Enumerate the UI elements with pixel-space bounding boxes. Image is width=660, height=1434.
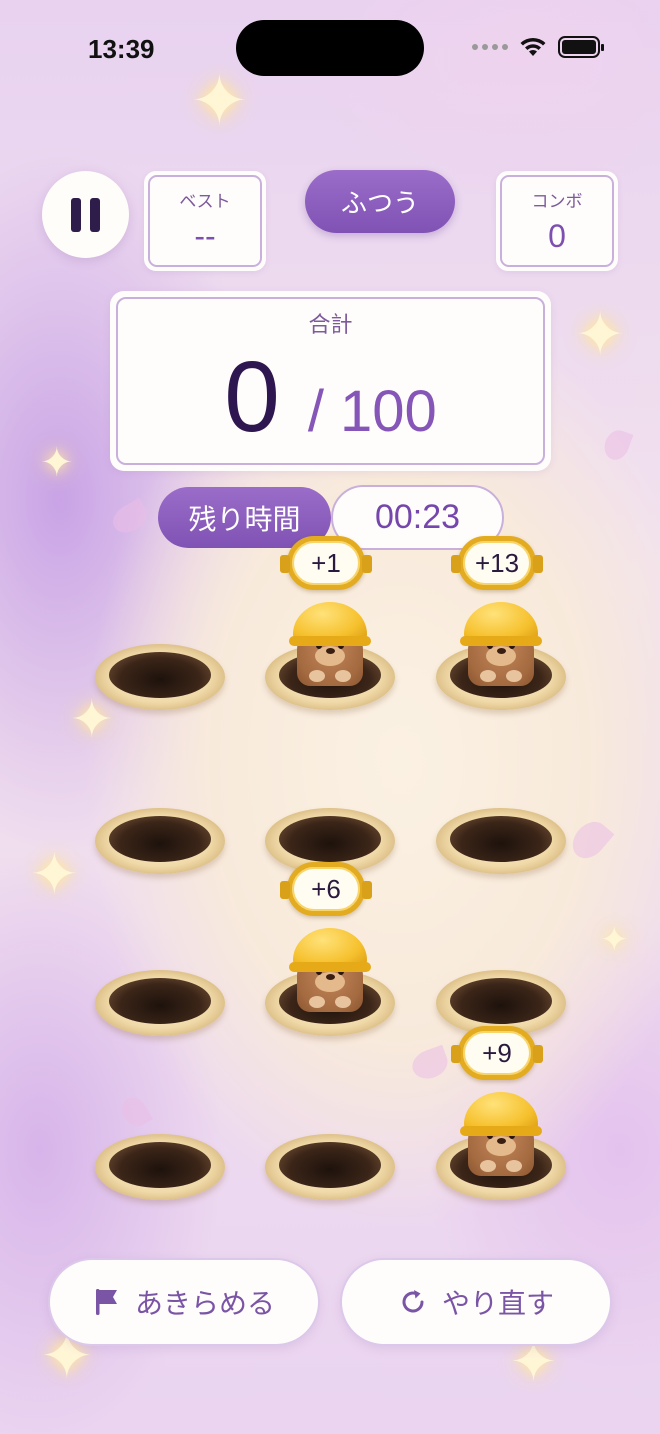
mole[interactable] bbox=[289, 590, 371, 686]
status-time: 13:39 bbox=[88, 34, 155, 64]
retry-button[interactable]: やり直す bbox=[340, 1258, 612, 1346]
petal-decoration bbox=[600, 426, 634, 464]
total-row: 0 / 100 bbox=[118, 347, 543, 447]
mole-hole[interactable]: +1 bbox=[265, 536, 395, 710]
points-sign: +9 bbox=[451, 1026, 543, 1080]
mole[interactable] bbox=[460, 590, 542, 686]
hole-pit bbox=[279, 816, 381, 862]
combo-label: コンボ bbox=[531, 192, 583, 212]
sparkle-decoration: ✦ bbox=[600, 920, 629, 960]
mole[interactable] bbox=[289, 916, 371, 1012]
give-up-button[interactable]: あきらめる bbox=[48, 1258, 320, 1346]
mole-paw bbox=[309, 670, 325, 682]
pause-icon bbox=[71, 197, 81, 232]
mole-paw bbox=[335, 996, 351, 1008]
hard-hat-icon bbox=[460, 602, 542, 646]
hole-pit bbox=[109, 1142, 211, 1188]
best-value: -- bbox=[194, 218, 216, 254]
combo-card: コンボ 0 bbox=[496, 171, 618, 271]
hole-pit bbox=[109, 816, 211, 862]
mole-paw bbox=[309, 996, 325, 1008]
mole[interactable] bbox=[460, 1080, 542, 1176]
total-score-card: 合計 0 / 100 bbox=[110, 291, 551, 471]
status-icons bbox=[472, 36, 604, 58]
dynamic-island bbox=[236, 20, 424, 76]
combo-value: 0 bbox=[548, 218, 566, 254]
mole-paw bbox=[506, 1160, 522, 1172]
mole-nose bbox=[497, 1138, 506, 1144]
mole-nose bbox=[326, 648, 335, 654]
mole-hole[interactable] bbox=[265, 1124, 395, 1200]
pause-button[interactable] bbox=[42, 171, 129, 258]
wifi-icon bbox=[520, 37, 546, 56]
points-sign: +13 bbox=[451, 536, 543, 590]
signal-icon bbox=[472, 44, 508, 50]
mole-paw bbox=[506, 670, 522, 682]
mole-paw bbox=[480, 1160, 496, 1172]
petal-decoration bbox=[107, 497, 153, 539]
mole-hole[interactable] bbox=[436, 960, 566, 1036]
pause-icon-bar bbox=[90, 197, 100, 232]
mole-paw bbox=[335, 670, 351, 682]
hard-hat-icon bbox=[289, 928, 371, 972]
hard-hat-icon bbox=[289, 602, 371, 646]
hole-pit bbox=[450, 978, 552, 1024]
hard-hat-icon bbox=[460, 1092, 542, 1136]
total-score: 0 bbox=[224, 341, 280, 453]
mole-hole[interactable] bbox=[95, 1124, 225, 1200]
flag-icon bbox=[95, 1289, 117, 1315]
hole-pit bbox=[279, 1142, 381, 1188]
mole-hole[interactable] bbox=[95, 960, 225, 1036]
mole-hole[interactable]: +6 bbox=[265, 862, 395, 1036]
sparkle-decoration: ✦ bbox=[40, 440, 74, 486]
total-separator: / bbox=[307, 379, 324, 444]
sparkle-decoration: ✦ bbox=[575, 300, 626, 370]
mole-nose bbox=[497, 648, 506, 654]
mole-hole[interactable] bbox=[95, 634, 225, 710]
mole-hole[interactable] bbox=[436, 798, 566, 874]
hole-pit bbox=[450, 816, 552, 862]
hole-pit bbox=[109, 652, 211, 698]
sparkle-decoration: ✦ bbox=[30, 840, 79, 908]
refresh-icon bbox=[402, 1290, 424, 1313]
give-up-label: あきらめる bbox=[134, 1287, 275, 1320]
hole-pit bbox=[109, 978, 211, 1024]
retry-label: やり直す bbox=[441, 1287, 554, 1320]
petal-decoration bbox=[408, 1044, 452, 1084]
total-label: 合計 bbox=[308, 313, 353, 338]
mole-hole[interactable]: +9 bbox=[436, 1026, 566, 1200]
best-score-card: ベスト -- bbox=[144, 171, 266, 271]
mole-paw bbox=[480, 670, 496, 682]
mole-nose bbox=[326, 974, 335, 980]
mole-hole[interactable]: +13 bbox=[436, 536, 566, 710]
points-sign: +1 bbox=[280, 536, 372, 590]
best-label: ベスト bbox=[179, 192, 231, 212]
mole-hole[interactable] bbox=[95, 798, 225, 874]
battery-icon bbox=[558, 36, 604, 58]
total-target: 100 bbox=[339, 379, 437, 444]
petal-decoration bbox=[565, 815, 615, 865]
sparkle-decoration: ✦ bbox=[190, 60, 249, 142]
points-sign: +6 bbox=[280, 862, 372, 916]
difficulty-button[interactable]: ふつう bbox=[305, 170, 455, 233]
